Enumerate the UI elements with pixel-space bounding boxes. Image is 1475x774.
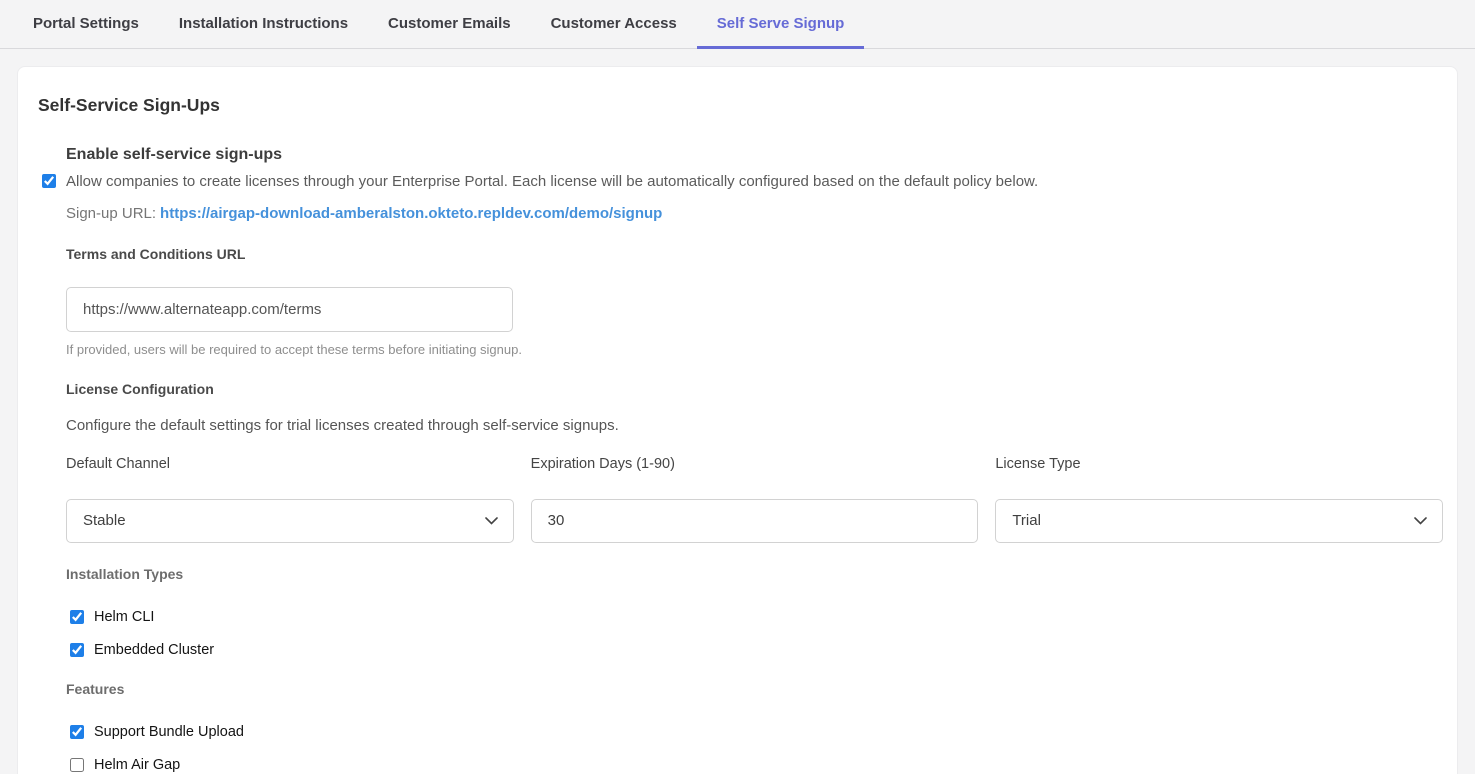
license-config-grid: Default Channel Stable Expiration Days (…	[66, 456, 1443, 543]
enable-signups-checkbox[interactable]	[42, 174, 56, 188]
signup-url-label: Sign-up URL:	[66, 205, 156, 222]
helm-cli-label: Helm CLI	[94, 609, 154, 625]
default-channel-label: Default Channel	[66, 456, 514, 472]
support-bundle-upload-checkbox[interactable]	[70, 725, 84, 739]
tab-installation-instructions[interactable]: Installation Instructions	[159, 0, 368, 49]
feature-support-bundle-upload: Support Bundle Upload	[70, 724, 1437, 740]
tab-portal-settings[interactable]: Portal Settings	[13, 0, 159, 49]
terms-url-input[interactable]	[66, 287, 513, 332]
helm-air-gap-checkbox[interactable]	[70, 758, 84, 772]
helm-air-gap-label: Helm Air Gap	[94, 757, 180, 773]
tab-customer-access[interactable]: Customer Access	[531, 0, 697, 49]
installation-types-label: Installation Types	[66, 566, 1437, 582]
license-type-label: License Type	[995, 456, 1443, 472]
default-channel-select[interactable]: Stable	[66, 499, 514, 543]
embedded-cluster-checkbox[interactable]	[70, 643, 84, 657]
embedded-cluster-label: Embedded Cluster	[94, 642, 214, 658]
features-label: Features	[66, 681, 1437, 697]
self-serve-signup-panel: Self-Service Sign-Ups Enable self-servic…	[17, 66, 1458, 774]
feature-helm-air-gap: Helm Air Gap	[70, 757, 1437, 773]
helm-cli-checkbox[interactable]	[70, 610, 84, 624]
enable-signups-heading: Enable self-service sign-ups	[66, 146, 1437, 164]
license-configuration-heading: License Configuration	[66, 381, 1437, 397]
signup-url-link[interactable]: https://airgap-download-amberalston.okte…	[160, 205, 662, 222]
terms-url-label: Terms and Conditions URL	[66, 246, 1437, 262]
settings-tabbar: Portal Settings Installation Instruction…	[0, 0, 1475, 49]
support-bundle-upload-label: Support Bundle Upload	[94, 724, 244, 740]
terms-helper-text: If provided, users will be required to a…	[66, 342, 1437, 357]
tab-self-serve-signup[interactable]: Self Serve Signup	[697, 0, 865, 49]
signup-url-line: Sign-up URL:https://airgap-download-ambe…	[66, 205, 1437, 222]
installation-type-helm-cli: Helm CLI	[70, 609, 1437, 625]
installation-type-embedded-cluster: Embedded Cluster	[70, 642, 1437, 658]
license-type-select[interactable]: Trial	[995, 499, 1443, 543]
enable-signups-row: Allow companies to create licenses throu…	[42, 173, 1437, 192]
expiration-days-label: Expiration Days (1-90)	[531, 456, 979, 472]
expiration-days-input[interactable]	[531, 499, 979, 543]
page-title: Self-Service Sign-Ups	[38, 95, 1437, 116]
license-configuration-description: Configure the default settings for trial…	[66, 417, 1437, 434]
enable-signups-description: Allow companies to create licenses throu…	[66, 173, 1038, 192]
tab-customer-emails[interactable]: Customer Emails	[368, 0, 531, 49]
